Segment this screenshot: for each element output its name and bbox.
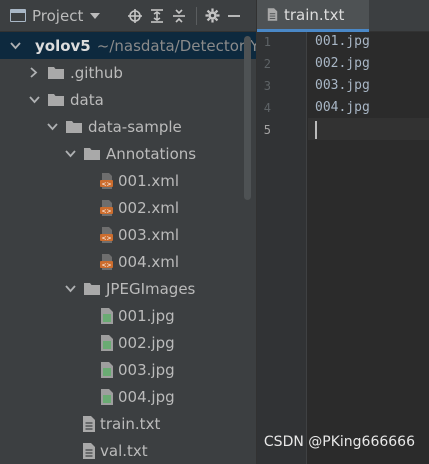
dropdown-caret-icon[interactable] — [90, 12, 101, 19]
tree-item-label: yolov5 — [35, 36, 91, 55]
folder-icon — [48, 94, 64, 106]
tree-item-label: 004.xml — [118, 252, 180, 271]
expand-all-icon[interactable] — [146, 5, 168, 27]
tab-train-txt[interactable]: train.txt — [257, 0, 369, 32]
tree-item-label: val.txt — [100, 441, 148, 460]
tree-item-label: 003.jpg — [118, 360, 175, 379]
svg-text:<>: <> — [101, 235, 111, 242]
text-cursor — [315, 121, 317, 139]
tree-item-xml-file[interactable]: <> 004.xml — [0, 248, 256, 275]
line-number: 1 — [263, 35, 271, 49]
xml-file-icon: <> — [100, 253, 113, 270]
code-line[interactable]: 004.jpg — [315, 100, 370, 115]
tree-scrollbar[interactable] — [244, 36, 251, 200]
line-number: 2 — [263, 57, 271, 71]
image-file-icon — [101, 361, 113, 378]
tree-item-jpg-file[interactable]: 004.jpg — [0, 383, 256, 410]
expanded-arrow-icon[interactable] — [10, 40, 21, 52]
expanded-arrow-icon[interactable] — [28, 94, 40, 106]
editor-text-area[interactable]: 001.jpg 002.jpg 003.jpg 004.jpg — [308, 32, 429, 464]
tree-item-data[interactable]: data — [0, 86, 256, 113]
folder-icon — [48, 67, 64, 79]
tree-item-xml-file[interactable]: <> 003.xml — [0, 221, 256, 248]
line-number: 3 — [263, 79, 271, 93]
expanded-arrow-icon[interactable] — [46, 121, 58, 133]
line-number-gutter: 1 2 3 4 5 — [257, 32, 307, 464]
svg-text:<>: <> — [101, 208, 111, 215]
watermark: CSDN @PKing666666 — [263, 434, 415, 450]
tree-item-label: 003.xml — [118, 225, 180, 244]
locate-icon[interactable] — [124, 5, 146, 27]
current-line-highlight — [308, 118, 429, 140]
image-file-icon — [101, 388, 113, 405]
collapse-all-icon[interactable] — [168, 5, 190, 27]
code-line[interactable]: 003.jpg — [315, 78, 370, 93]
line-number-current: 5 — [263, 123, 271, 137]
xml-file-icon: <> — [100, 199, 113, 216]
editor-tab-bar: train.txt — [257, 0, 429, 32]
image-file-icon — [101, 307, 113, 324]
tree-item-annotations[interactable]: Annotations — [0, 140, 256, 167]
tree-item-data-sample[interactable]: data-sample — [0, 113, 256, 140]
tree-item-jpg-file[interactable]: 002.jpg — [0, 329, 256, 356]
tree-item-label: 004.jpg — [118, 387, 175, 406]
hide-icon[interactable] — [223, 5, 245, 27]
folder-icon — [66, 121, 82, 133]
project-tool-window: Project yolov5 ~/nasdata/Detector/YO .gi… — [0, 0, 256, 464]
tree-item-xml-file[interactable]: <> 001.xml — [0, 167, 256, 194]
image-file-icon — [101, 334, 113, 351]
tree-item-label: 002.xml — [118, 198, 180, 217]
tree-item-github[interactable]: .github — [0, 59, 256, 86]
project-path: ~/nasdata/Detector/YO — [96, 36, 256, 55]
tree-item-jpg-file[interactable]: 001.jpg — [0, 302, 256, 329]
project-view-selector[interactable]: Project — [32, 7, 83, 25]
folder-icon — [84, 148, 100, 160]
tree-item-label: train.txt — [100, 414, 161, 433]
tree-item-label: 001.jpg — [118, 306, 175, 325]
xml-file-icon: <> — [100, 172, 113, 189]
tree-item-label: .github — [70, 63, 123, 82]
toolbar-separator — [196, 6, 198, 25]
collapsed-arrow-icon[interactable] — [28, 67, 40, 79]
panel-toolbar — [124, 5, 245, 27]
xml-file-icon: <> — [100, 226, 113, 243]
text-file-icon — [83, 442, 95, 459]
tree-item-label: 001.xml — [118, 171, 180, 190]
text-file-icon — [83, 415, 95, 432]
code-line[interactable]: 002.jpg — [315, 56, 370, 71]
code-line[interactable]: 001.jpg — [315, 34, 370, 49]
svg-text:<>: <> — [101, 262, 111, 269]
tab-label: train.txt — [284, 5, 345, 24]
tree-item-yolov5[interactable]: yolov5 ~/nasdata/Detector/YO — [0, 32, 256, 59]
tree-item-txt-file[interactable]: train.txt — [0, 410, 256, 437]
tree-item-txt-file[interactable]: val.txt — [0, 437, 256, 464]
tree-item-label: 002.jpg — [118, 333, 175, 352]
tree-item-jpegimages[interactable]: JPEGImages — [0, 275, 256, 302]
project-window-icon — [10, 9, 26, 22]
text-file-icon — [267, 8, 278, 21]
expanded-arrow-icon[interactable] — [64, 148, 76, 160]
line-number: 4 — [263, 101, 271, 115]
tree-item-label: data — [70, 90, 104, 109]
expanded-arrow-icon[interactable] — [64, 283, 76, 295]
folder-icon — [84, 283, 100, 295]
project-panel-header: Project — [0, 0, 256, 32]
tree-item-label: data-sample — [88, 117, 182, 136]
gear-icon[interactable] — [201, 5, 223, 27]
tree-item-label: JPEGImages — [106, 279, 196, 298]
tree-item-xml-file[interactable]: <> 002.xml — [0, 194, 256, 221]
tree-item-jpg-file[interactable]: 003.jpg — [0, 356, 256, 383]
svg-text:<>: <> — [101, 181, 111, 188]
tree-item-label: Annotations — [106, 144, 197, 163]
